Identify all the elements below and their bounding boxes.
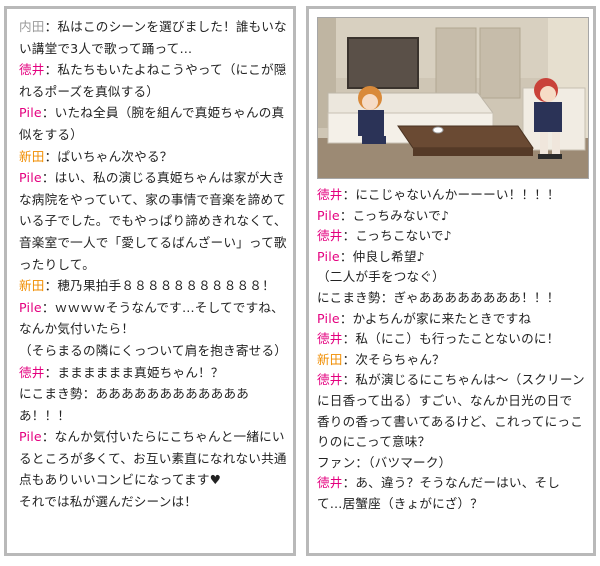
left-transcript-panel: 内田：私はこのシーンを選びました！誰もいない講堂で3人で歌って踊って… 徳井：私た… xyxy=(4,6,296,556)
left-transcript-lines: 内田：私はこのシーンを選びました！誰もいない講堂で3人で歌って踊って… 徳井：私た… xyxy=(19,16,288,513)
transcript-line: 徳井：にこじゃないんかーーーい！！！！ xyxy=(317,185,585,206)
speaker-separator: ： xyxy=(44,278,58,294)
page: 内田：私はこのシーンを選びました！誰もいない講堂で3人で歌って踊って… 徳井：私た… xyxy=(0,0,600,566)
speaker-separator: ： xyxy=(41,105,55,121)
line-text: かよちんが家に来たときですね xyxy=(352,310,532,326)
transcript-line: 徳井：私が演じるにこちゃんは～（スクリーンに日香って出る）すごい、なんか日光の日… xyxy=(317,370,585,452)
speaker-separator: ： xyxy=(41,299,55,315)
line-text: 私（にこ）も行ったことないのに！ xyxy=(355,331,560,347)
line-text: 私はこのシーンを選びました！誰もいない講堂で3人で歌って踊って… xyxy=(19,19,287,56)
speaker-name: Pile xyxy=(317,248,340,264)
transcript-line: ファン：（バツマーク） xyxy=(317,453,585,474)
speaker-separator: ： xyxy=(342,372,356,388)
speaker-name: 新田 xyxy=(19,148,45,164)
line-text: まままままま真姫ちゃん！？ xyxy=(57,364,224,380)
transcript-line: 徳井：こっちこないで♪ xyxy=(317,226,585,247)
speaker-separator: ： xyxy=(342,351,356,367)
speaker-name: Pile xyxy=(317,310,340,326)
speaker-name: Pile xyxy=(19,429,42,445)
line-text: にこじゃないんかーーーい！！！！ xyxy=(355,187,560,202)
transcript-line: 徳井：あ、違う？そうなんだーはい、そして…居蟹座（きょがにざ）？ xyxy=(317,473,585,514)
speaker-name: 徳井 xyxy=(19,62,45,78)
anime-still-image xyxy=(317,17,589,179)
transcript-line: 徳井：私たちもいたよねこうやって（にこが隠れるポーズを真似する） xyxy=(19,59,288,102)
transcript-line: Pile：はい、私の演じる真姫ちゃんは家が大きな病院をやっていて、家の事情で音楽… xyxy=(19,167,288,275)
line-text: 穂乃果拍手８８８８８８８８８８８！ xyxy=(57,278,275,294)
right-transcript-lines: 徳井：にこじゃないんかーーーい！！！！ Pile：こっちみないで♪ 徳井：こっちこな… xyxy=(317,185,585,515)
transcript-line: Pile：ｗｗｗｗそうなんです…そしてですね、なんか気付いたら！ xyxy=(19,297,288,340)
speaker-separator: ： xyxy=(339,310,353,326)
speaker-separator: ： xyxy=(44,62,58,78)
line-text: それでは私が選んだシーンは！ xyxy=(19,494,198,510)
line-text: ｗｗｗｗそうなんです…そしてですね、なんか気付いたら！ xyxy=(19,299,284,337)
speaker-name: Pile xyxy=(19,105,42,121)
transcript-line: Pile：かよちんが家に来たときですね xyxy=(317,309,585,330)
speaker-name: Pile xyxy=(19,299,42,315)
speaker-separator: ： xyxy=(41,170,55,186)
speaker-separator: ： xyxy=(342,187,356,202)
speaker-name: 徳井 xyxy=(19,364,45,380)
transcript-line: 新田：穂乃果拍手８８８８８８８８８８８！ xyxy=(19,275,288,297)
line-text: 私が演じるにこちゃんは～（スクリーンに日香って出る）すごい、なんか日光の日で香り… xyxy=(317,372,585,450)
speaker-name: 新田 xyxy=(19,278,45,294)
speaker-name: 徳井 xyxy=(317,331,343,347)
speaker-separator: ： xyxy=(342,475,356,491)
transcript-line: 徳井：まままままま真姫ちゃん！？ xyxy=(19,362,288,384)
line-text: 私たちもいたよねこうやって（にこが隠れるポーズを真似する） xyxy=(19,62,287,99)
line-text: こっちみないで♪ xyxy=(352,207,450,223)
speaker-separator: ： xyxy=(342,331,356,347)
speaker-separator: ： xyxy=(44,19,58,34)
line-text: （そらまるの隣にくっついて肩を抱き寄せる） xyxy=(19,342,288,358)
speaker-name: 徳井 xyxy=(317,228,343,244)
line-text: 次そらちゃん？ xyxy=(355,351,445,367)
transcript-line: Pile：こっちみないで♪ xyxy=(317,206,585,227)
line-text: ぱいちゃん次やる？ xyxy=(57,148,173,164)
line-text: 仲良し希望♪ xyxy=(352,248,425,264)
speaker-separator: ： xyxy=(339,207,353,223)
line-text: （二人が手をつなぐ） xyxy=(317,269,445,285)
line-text: はい、私の演じる真姫ちゃんは家が大きな病院をやっていて、家の事情で音楽を諦めてい… xyxy=(19,170,287,272)
speaker-name: 徳井 xyxy=(317,372,343,388)
anime-still-drawing xyxy=(318,18,588,178)
speaker-name: 徳井 xyxy=(317,475,343,491)
transcript-line: にこまき勢：あああああああああああああ！！！ xyxy=(19,383,288,426)
speaker-name: 新田 xyxy=(317,351,343,367)
transcript-line: 新田：ぱいちゃん次やる？ xyxy=(19,146,288,168)
transcript-line: 徳井：私（にこ）も行ったことないのに！ xyxy=(317,329,585,350)
transcript-line: （そらまるの隣にくっついて肩を抱き寄せる） xyxy=(19,340,288,362)
transcript-line: Pile：仲良し希望♪ xyxy=(317,247,585,268)
line-text: なんか気付いたらにこちゃんと一緒にいるところが多くて、お互い素直になれない共通点… xyxy=(19,429,287,488)
line-text: ファン：（バツマーク） xyxy=(317,454,452,470)
speaker-separator: ： xyxy=(44,364,58,380)
transcript-line: それでは私が選んだシーンは！ xyxy=(19,491,288,513)
speaker-name: 内田 xyxy=(19,19,45,34)
speaker-separator: ： xyxy=(44,148,58,164)
line-text: にこまき勢：ぎゃああああああああ！！！ xyxy=(317,289,560,305)
transcript-line: （二人が手をつなぐ） xyxy=(317,267,585,288)
transcript-line: 内田：私はこのシーンを選びました！誰もいない講堂で3人で歌って踊って… xyxy=(19,16,288,59)
speaker-separator: ： xyxy=(339,248,353,264)
transcript-line: 新田：次そらちゃん？ xyxy=(317,350,585,371)
line-text: にこまき勢：あああああああああああああ！！！ xyxy=(19,386,250,423)
speaker-name: Pile xyxy=(19,170,42,186)
transcript-line: にこまき勢：ぎゃああああああああ！！！ xyxy=(317,288,585,309)
speaker-name: Pile xyxy=(317,207,340,223)
speaker-separator: ： xyxy=(342,228,356,244)
transcript-line: Pile：いたね全員（腕を組んで真姫ちゃんの真似をする） xyxy=(19,102,288,145)
line-text: こっちこないで♪ xyxy=(355,228,452,244)
right-transcript-panel: 徳井：にこじゃないんかーーーい！！！！ Pile：こっちみないで♪ 徳井：こっちこな… xyxy=(306,6,596,556)
speaker-name: 徳井 xyxy=(317,187,343,202)
line-text: いたね全員（腕を組んで真姫ちゃんの真似をする） xyxy=(19,105,285,142)
transcript-line: Pile：なんか気付いたらにこちゃんと一緒にいるところが多くて、お互い素直になれ… xyxy=(19,426,288,491)
speaker-separator: ： xyxy=(41,429,55,445)
